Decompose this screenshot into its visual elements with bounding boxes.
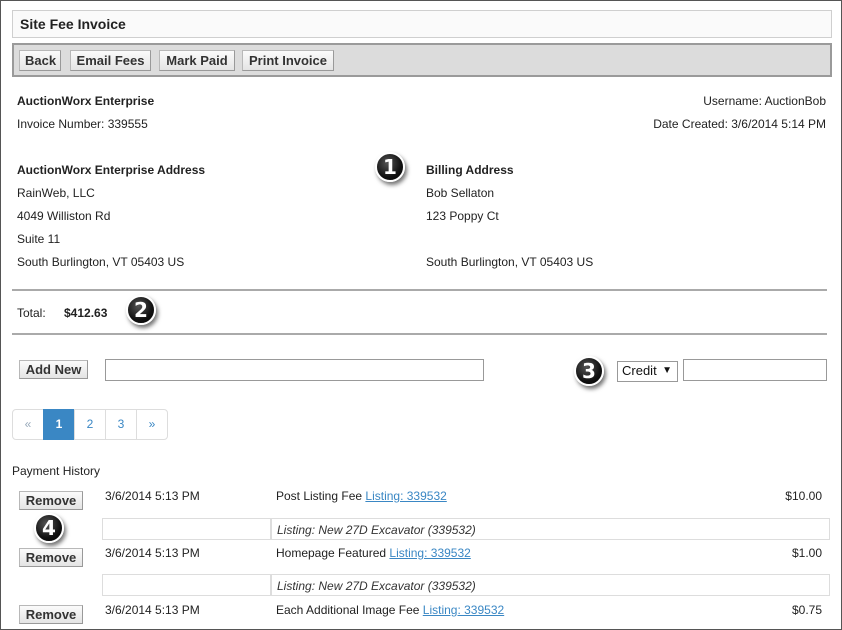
billing-address-line: South Burlington, VT 05403 US: [426, 255, 594, 269]
company-address-heading: AuctionWorx Enterprise Address: [17, 163, 206, 177]
callout-marker-3: 3: [574, 356, 604, 386]
payment-amount: $0.75: [791, 603, 822, 617]
payment-note: Listing: New 27D Excavator (339532): [271, 574, 830, 596]
print-invoice-button[interactable]: Print Invoice: [242, 50, 334, 71]
fee-type-selected: Credit: [622, 363, 657, 378]
back-button[interactable]: Back: [19, 50, 61, 71]
invoice-window: Site Fee Invoice Back Email Fees Mark Pa…: [0, 0, 842, 630]
pagination-next[interactable]: »: [136, 409, 168, 440]
note-blank-cell: [102, 574, 271, 596]
listing-link[interactable]: Listing: 339532: [365, 489, 446, 503]
listing-link[interactable]: Listing: 339532: [423, 603, 504, 617]
pagination-prev[interactable]: «: [12, 409, 44, 440]
payment-amount: $1.00: [791, 546, 822, 560]
pagination-page-2[interactable]: 2: [74, 409, 106, 440]
add-new-amount-input[interactable]: [683, 359, 827, 381]
company-name: AuctionWorx Enterprise: [17, 94, 155, 108]
pagination-page-1[interactable]: 1: [43, 409, 75, 440]
divider: [12, 289, 827, 291]
add-new-button[interactable]: Add New: [19, 360, 88, 379]
payment-description-text: Each Additional Image Fee: [276, 603, 420, 617]
chevron-down-icon: ▼: [662, 365, 672, 376]
billing-address-heading: Billing Address: [426, 163, 514, 177]
total-label: Total:: [17, 306, 46, 320]
pagination-page-3[interactable]: 3: [105, 409, 137, 440]
add-new-description-input[interactable]: [105, 359, 484, 381]
listing-link[interactable]: Listing: 339532: [389, 546, 470, 560]
remove-button[interactable]: Remove: [19, 491, 83, 510]
billing-address-line: 123 Poppy Ct: [426, 209, 499, 223]
payment-amount: $10.00: [785, 489, 822, 503]
page-title: Site Fee Invoice: [12, 10, 832, 38]
fee-type-select[interactable]: Credit ▼: [617, 361, 678, 382]
payment-description-text: Homepage Featured: [276, 546, 387, 560]
billing-address-line: Bob Sellaton: [426, 186, 495, 200]
email-fees-button[interactable]: Email Fees: [70, 50, 151, 71]
date-created: Date Created: 3/6/2014 5:14 PM: [653, 117, 826, 131]
payment-description: Each Additional Image Fee Listing: 33953…: [276, 603, 504, 617]
invoice-number: Invoice Number: 339555: [17, 117, 148, 131]
remove-button[interactable]: Remove: [19, 605, 83, 624]
payment-description-text: Post Listing Fee: [276, 489, 363, 503]
note-blank-cell: [102, 518, 271, 540]
username: Username: AuctionBob: [703, 94, 826, 108]
payment-description: Homepage Featured Listing: 339532: [276, 546, 471, 560]
total-value: $412.63: [64, 306, 108, 320]
callout-marker-4: 4: [34, 513, 64, 543]
pagination: « 1 2 3 »: [12, 409, 168, 440]
payment-date: 3/6/2014 5:13 PM: [105, 489, 200, 503]
company-address-line: 4049 Williston Rd: [17, 209, 111, 223]
payment-history-heading: Payment History: [12, 464, 101, 478]
remove-button[interactable]: Remove: [19, 548, 83, 567]
payment-note: Listing: New 27D Excavator (339532): [271, 518, 830, 540]
company-address-line: RainWeb, LLC: [17, 186, 95, 200]
divider: [12, 333, 827, 335]
company-address-line: South Burlington, VT 05403 US: [17, 255, 185, 269]
payment-date: 3/6/2014 5:13 PM: [105, 603, 200, 617]
payment-date: 3/6/2014 5:13 PM: [105, 546, 200, 560]
mark-paid-button[interactable]: Mark Paid: [159, 50, 235, 71]
company-address-line: Suite 11: [17, 232, 61, 246]
callout-marker-1: 1: [375, 152, 405, 182]
payment-description: Post Listing Fee Listing: 339532: [276, 489, 447, 503]
toolbar: Back Email Fees Mark Paid Print Invoice: [12, 43, 832, 77]
callout-marker-2: 2: [126, 295, 156, 325]
